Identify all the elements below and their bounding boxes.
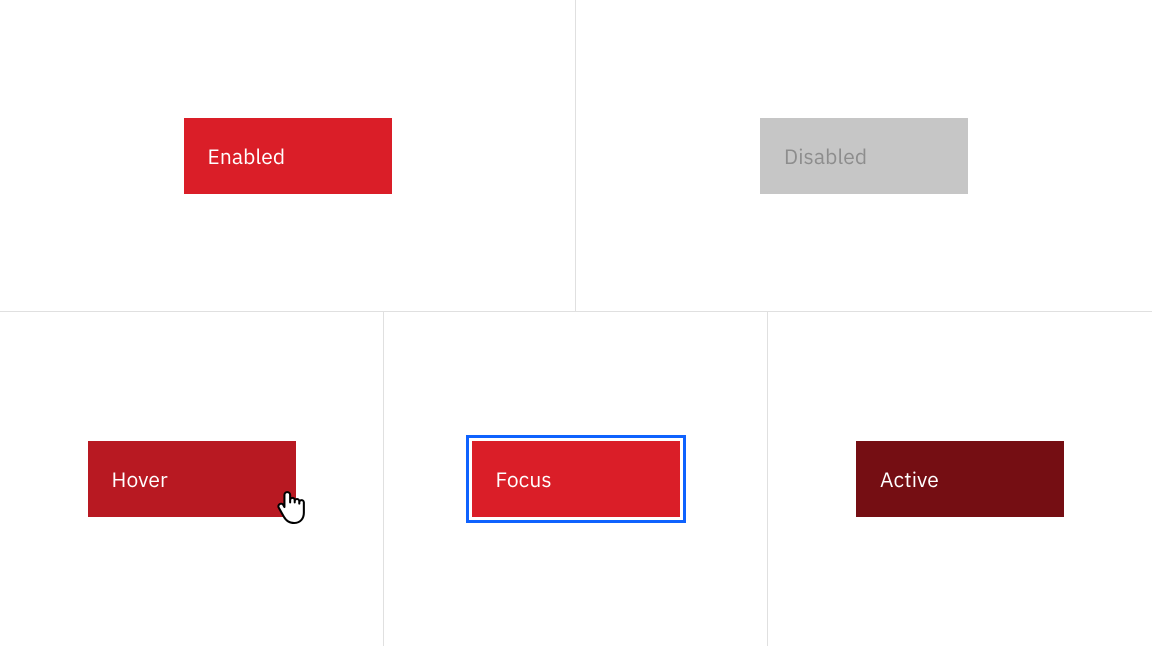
active-button-label: Active — [880, 465, 939, 493]
disabled-button-label: Disabled — [784, 142, 867, 170]
hover-button[interactable]: Hover — [88, 441, 296, 517]
bottom-row: Hover Focus Active — [0, 312, 1152, 646]
active-button[interactable]: Active — [856, 441, 1064, 517]
cell-focus: Focus — [384, 312, 768, 646]
enabled-button-label: Enabled — [208, 142, 286, 170]
cell-active: Active — [768, 312, 1152, 646]
top-row: Enabled Disabled — [0, 0, 1152, 312]
cell-disabled: Disabled — [576, 0, 1152, 311]
disabled-button: Disabled — [760, 118, 968, 194]
focus-button[interactable]: Focus — [472, 441, 680, 517]
focus-button-label: Focus — [496, 465, 552, 493]
enabled-button[interactable]: Enabled — [184, 118, 392, 194]
cell-enabled: Enabled — [0, 0, 576, 311]
cell-hover: Hover — [0, 312, 384, 646]
hover-button-label: Hover — [112, 465, 168, 493]
